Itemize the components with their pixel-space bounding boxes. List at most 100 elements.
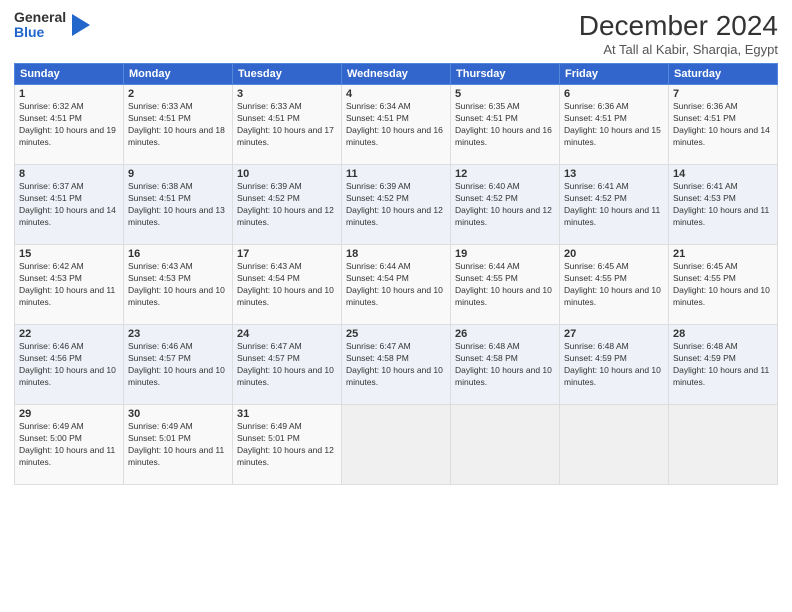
day-info: Sunrise: 6:35 AMSunset: 4:51 PMDaylight:… [455, 101, 552, 147]
calendar-cell: 19 Sunrise: 6:44 AMSunset: 4:55 PMDaylig… [451, 245, 560, 325]
header: General Blue December 2024 At Tall al Ka… [14, 10, 778, 57]
calendar-cell: 14 Sunrise: 6:41 AMSunset: 4:53 PMDaylig… [669, 165, 778, 245]
calendar-cell: 26 Sunrise: 6:48 AMSunset: 4:58 PMDaylig… [451, 325, 560, 405]
day-number: 3 [237, 88, 337, 100]
day-info: Sunrise: 6:36 AMSunset: 4:51 PMDaylight:… [564, 101, 661, 147]
calendar-week-row: 29 Sunrise: 6:49 AMSunset: 5:00 PMDaylig… [15, 405, 778, 485]
day-number: 29 [19, 408, 119, 420]
day-info: Sunrise: 6:47 AMSunset: 4:58 PMDaylight:… [346, 341, 443, 387]
day-info: Sunrise: 6:42 AMSunset: 4:53 PMDaylight:… [19, 261, 115, 307]
calendar-cell: 11 Sunrise: 6:39 AMSunset: 4:52 PMDaylig… [342, 165, 451, 245]
day-info: Sunrise: 6:33 AMSunset: 4:51 PMDaylight:… [128, 101, 225, 147]
page: General Blue December 2024 At Tall al Ka… [0, 0, 792, 612]
col-thursday: Thursday [451, 64, 560, 85]
day-number: 23 [128, 328, 228, 340]
day-info: Sunrise: 6:32 AMSunset: 4:51 PMDaylight:… [19, 101, 116, 147]
day-info: Sunrise: 6:43 AMSunset: 4:53 PMDaylight:… [128, 261, 225, 307]
calendar-cell: 15 Sunrise: 6:42 AMSunset: 4:53 PMDaylig… [15, 245, 124, 325]
calendar-cell: 13 Sunrise: 6:41 AMSunset: 4:52 PMDaylig… [560, 165, 669, 245]
day-number: 14 [673, 168, 773, 180]
calendar-cell: 27 Sunrise: 6:48 AMSunset: 4:59 PMDaylig… [560, 325, 669, 405]
day-number: 26 [455, 328, 555, 340]
logo: General Blue [14, 10, 90, 41]
calendar-cell: 25 Sunrise: 6:47 AMSunset: 4:58 PMDaylig… [342, 325, 451, 405]
day-number: 10 [237, 168, 337, 180]
month-title: December 2024 [579, 10, 778, 42]
day-info: Sunrise: 6:49 AMSunset: 5:01 PMDaylight:… [128, 421, 224, 467]
day-info: Sunrise: 6:34 AMSunset: 4:51 PMDaylight:… [346, 101, 443, 147]
logo-arrow-icon [72, 14, 90, 36]
day-info: Sunrise: 6:39 AMSunset: 4:52 PMDaylight:… [237, 181, 334, 227]
day-number: 18 [346, 248, 446, 260]
calendar-cell: 4 Sunrise: 6:34 AMSunset: 4:51 PMDayligh… [342, 85, 451, 165]
day-info: Sunrise: 6:49 AMSunset: 5:01 PMDaylight:… [237, 421, 334, 467]
calendar-cell: 30 Sunrise: 6:49 AMSunset: 5:01 PMDaylig… [124, 405, 233, 485]
day-number: 22 [19, 328, 119, 340]
day-number: 4 [346, 88, 446, 100]
col-sunday: Sunday [15, 64, 124, 85]
calendar-cell: 3 Sunrise: 6:33 AMSunset: 4:51 PMDayligh… [233, 85, 342, 165]
day-number: 21 [673, 248, 773, 260]
calendar-cell [451, 405, 560, 485]
calendar-cell: 12 Sunrise: 6:40 AMSunset: 4:52 PMDaylig… [451, 165, 560, 245]
col-monday: Monday [124, 64, 233, 85]
calendar-cell: 21 Sunrise: 6:45 AMSunset: 4:55 PMDaylig… [669, 245, 778, 325]
day-info: Sunrise: 6:45 AMSunset: 4:55 PMDaylight:… [564, 261, 661, 307]
calendar-table: Sunday Monday Tuesday Wednesday Thursday… [14, 63, 778, 485]
calendar-cell: 24 Sunrise: 6:47 AMSunset: 4:57 PMDaylig… [233, 325, 342, 405]
day-info: Sunrise: 6:48 AMSunset: 4:59 PMDaylight:… [673, 341, 769, 387]
calendar-cell: 1 Sunrise: 6:32 AMSunset: 4:51 PMDayligh… [15, 85, 124, 165]
calendar-cell: 2 Sunrise: 6:33 AMSunset: 4:51 PMDayligh… [124, 85, 233, 165]
day-number: 16 [128, 248, 228, 260]
day-number: 31 [237, 408, 337, 420]
calendar-cell: 7 Sunrise: 6:36 AMSunset: 4:51 PMDayligh… [669, 85, 778, 165]
calendar-cell: 22 Sunrise: 6:46 AMSunset: 4:56 PMDaylig… [15, 325, 124, 405]
calendar-cell: 23 Sunrise: 6:46 AMSunset: 4:57 PMDaylig… [124, 325, 233, 405]
logo-blue-text: Blue [14, 25, 66, 40]
col-tuesday: Tuesday [233, 64, 342, 85]
day-number: 2 [128, 88, 228, 100]
day-number: 19 [455, 248, 555, 260]
calendar-week-row: 8 Sunrise: 6:37 AMSunset: 4:51 PMDayligh… [15, 165, 778, 245]
calendar-cell: 6 Sunrise: 6:36 AMSunset: 4:51 PMDayligh… [560, 85, 669, 165]
logo-general-text: General [14, 10, 66, 25]
day-number: 24 [237, 328, 337, 340]
calendar-cell: 28 Sunrise: 6:48 AMSunset: 4:59 PMDaylig… [669, 325, 778, 405]
day-info: Sunrise: 6:43 AMSunset: 4:54 PMDaylight:… [237, 261, 334, 307]
day-number: 1 [19, 88, 119, 100]
location-title: At Tall al Kabir, Sharqia, Egypt [579, 42, 778, 57]
day-info: Sunrise: 6:49 AMSunset: 5:00 PMDaylight:… [19, 421, 115, 467]
day-number: 7 [673, 88, 773, 100]
calendar-cell: 18 Sunrise: 6:44 AMSunset: 4:54 PMDaylig… [342, 245, 451, 325]
calendar-cell: 29 Sunrise: 6:49 AMSunset: 5:00 PMDaylig… [15, 405, 124, 485]
calendar-cell: 8 Sunrise: 6:37 AMSunset: 4:51 PMDayligh… [15, 165, 124, 245]
calendar-week-row: 15 Sunrise: 6:42 AMSunset: 4:53 PMDaylig… [15, 245, 778, 325]
calendar-cell [560, 405, 669, 485]
day-info: Sunrise: 6:39 AMSunset: 4:52 PMDaylight:… [346, 181, 443, 227]
calendar-cell: 16 Sunrise: 6:43 AMSunset: 4:53 PMDaylig… [124, 245, 233, 325]
title-block: December 2024 At Tall al Kabir, Sharqia,… [579, 10, 778, 57]
day-info: Sunrise: 6:38 AMSunset: 4:51 PMDaylight:… [128, 181, 225, 227]
calendar-cell [342, 405, 451, 485]
day-number: 9 [128, 168, 228, 180]
day-info: Sunrise: 6:41 AMSunset: 4:53 PMDaylight:… [673, 181, 769, 227]
day-number: 12 [455, 168, 555, 180]
day-info: Sunrise: 6:37 AMSunset: 4:51 PMDaylight:… [19, 181, 116, 227]
day-number: 13 [564, 168, 664, 180]
day-number: 27 [564, 328, 664, 340]
day-number: 28 [673, 328, 773, 340]
day-number: 11 [346, 168, 446, 180]
day-number: 20 [564, 248, 664, 260]
calendar-cell: 5 Sunrise: 6:35 AMSunset: 4:51 PMDayligh… [451, 85, 560, 165]
day-number: 5 [455, 88, 555, 100]
calendar-week-row: 22 Sunrise: 6:46 AMSunset: 4:56 PMDaylig… [15, 325, 778, 405]
calendar-week-row: 1 Sunrise: 6:32 AMSunset: 4:51 PMDayligh… [15, 85, 778, 165]
calendar-cell: 17 Sunrise: 6:43 AMSunset: 4:54 PMDaylig… [233, 245, 342, 325]
col-friday: Friday [560, 64, 669, 85]
col-saturday: Saturday [669, 64, 778, 85]
day-number: 8 [19, 168, 119, 180]
day-number: 25 [346, 328, 446, 340]
calendar-header-row: Sunday Monday Tuesday Wednesday Thursday… [15, 64, 778, 85]
day-info: Sunrise: 6:41 AMSunset: 4:52 PMDaylight:… [564, 181, 660, 227]
calendar-cell: 9 Sunrise: 6:38 AMSunset: 4:51 PMDayligh… [124, 165, 233, 245]
